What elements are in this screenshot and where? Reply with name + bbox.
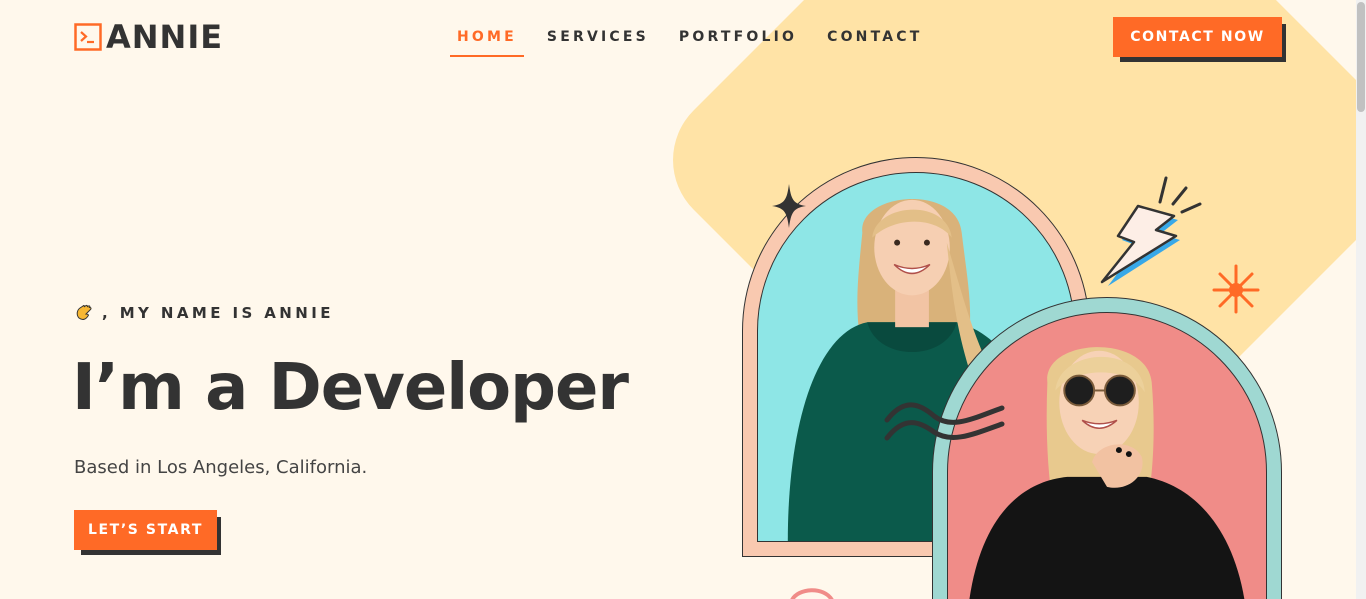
lets-start-button[interactable]: LET’S START <box>74 510 217 550</box>
portrait-image-sunglasses <box>969 347 1245 599</box>
terminal-icon <box>74 23 102 51</box>
nav-item-portfolio[interactable]: PORTFOLIO <box>672 21 804 57</box>
right-arch-photo <box>947 312 1267 599</box>
nav-item-contact[interactable]: CONTACT <box>820 21 929 57</box>
hero-headline: I’m a Developer <box>72 351 629 425</box>
scrollbar-thumb[interactable] <box>1357 2 1365 112</box>
greeting-text: , MY NAME IS ANNIE <box>102 304 334 322</box>
logo-text: ANNIE <box>106 18 224 56</box>
page-scrollbar[interactable] <box>1356 0 1366 599</box>
logo[interactable]: ANNIE <box>74 21 223 53</box>
nav-item-services[interactable]: SERVICES <box>540 21 656 57</box>
nav-item-home[interactable]: HOME <box>450 21 524 57</box>
main-nav: HOME SERVICES PORTFOLIO CONTACT <box>450 21 946 57</box>
waving-hand-icon <box>76 304 92 320</box>
pink-swirl-icon <box>790 588 834 599</box>
contact-now-button[interactable]: CONTACT NOW <box>1113 17 1282 57</box>
orange-sparkle-icon <box>1212 264 1260 314</box>
lightning-bolt-icon <box>1100 176 1202 286</box>
squiggle-lines-icon <box>884 402 1005 441</box>
page: ANNIE HOME SERVICES PORTFOLIO CONTACT CO… <box>0 0 1366 599</box>
lets-start-button-wrapper: LET’S START <box>74 510 221 555</box>
greeting: , MY NAME IS ANNIE <box>74 303 334 323</box>
hero-subtext: Based in Los Angeles, California. <box>74 457 368 478</box>
sparkle-star-icon <box>772 184 806 228</box>
contact-now-button-wrapper: CONTACT NOW <box>1113 17 1286 62</box>
